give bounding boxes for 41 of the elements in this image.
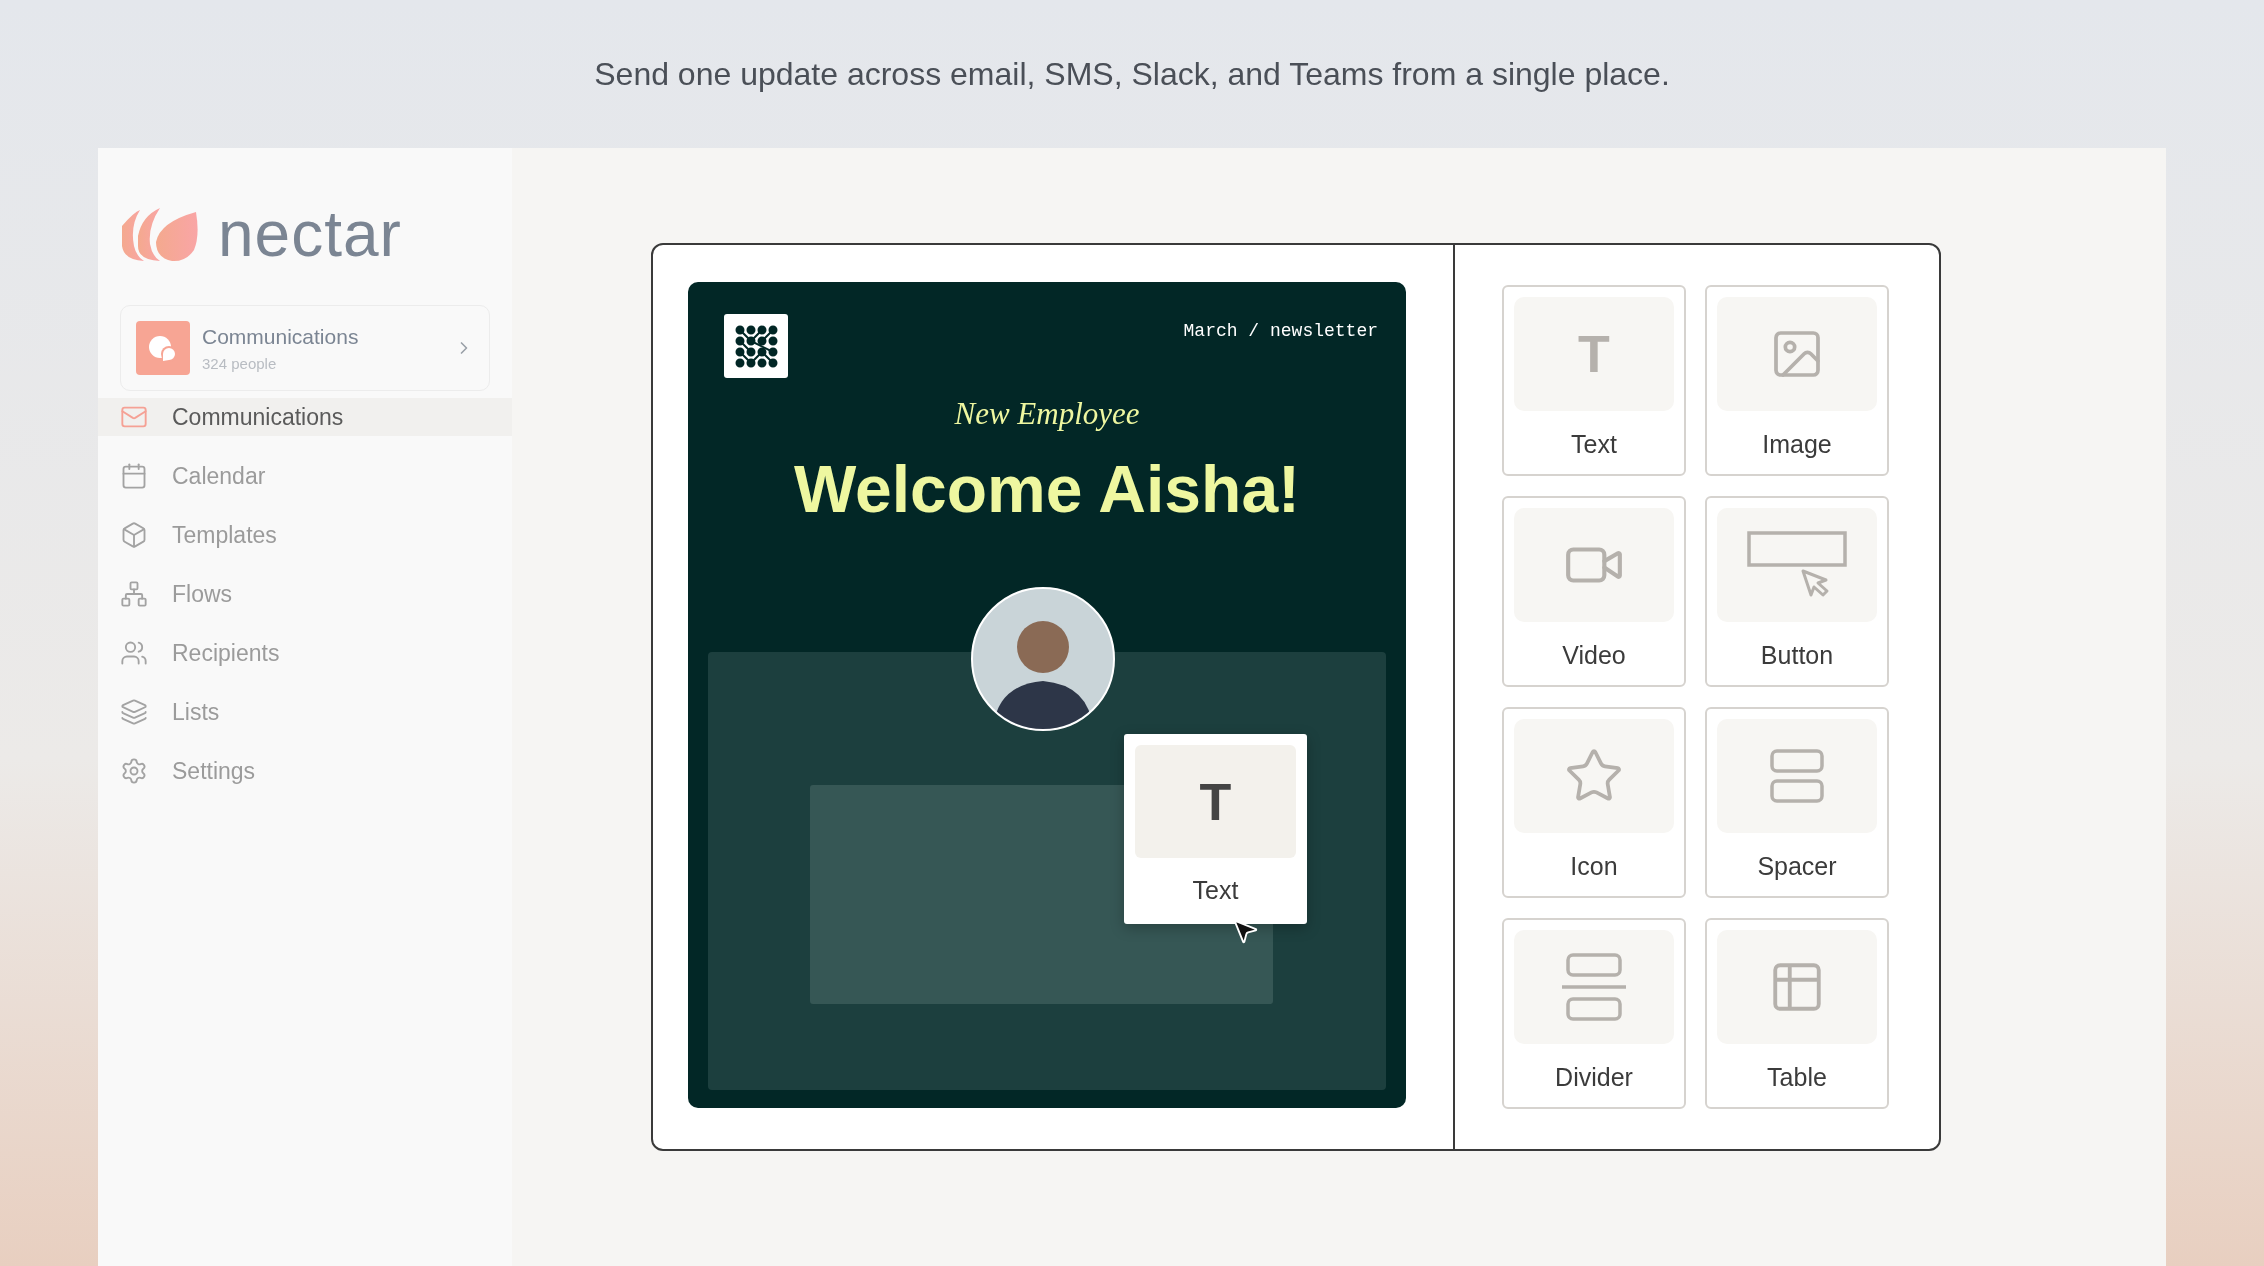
block-tile[interactable]: Video <box>1502 496 1686 687</box>
block-label: Button <box>1760 640 1834 671</box>
hierarchy-icon <box>120 580 148 608</box>
workspace-name: Communications <box>202 324 360 350</box>
workspace-card[interactable]: Communications 324 people <box>120 305 490 391</box>
layers-icon <box>120 698 148 726</box>
button-cursor-icon <box>1747 531 1847 599</box>
nav-item[interactable]: Communications <box>98 398 512 436</box>
newsletter-label: March / newsletter <box>1183 320 1378 343</box>
block-label: Text <box>1571 429 1617 460</box>
letter-t-icon: T <box>1199 775 1232 828</box>
calendar-icon <box>120 462 148 490</box>
block-tile[interactable]: Spacer <box>1705 707 1889 898</box>
eyebrow-text: New Employee <box>953 395 1141 433</box>
workspace-icon <box>136 321 190 375</box>
block-tile[interactable]: Divider <box>1502 918 1686 1109</box>
people-icon <box>120 639 148 667</box>
block-label: Video <box>1562 640 1626 671</box>
headline: Welcome Aisha! <box>792 455 1302 522</box>
block-tile[interactable]: Button <box>1705 496 1889 687</box>
block-tile[interactable]: T Text <box>1502 285 1686 476</box>
cube-icon <box>120 521 148 549</box>
block-tile[interactable]: Icon <box>1502 707 1686 898</box>
block-label: Image <box>1762 429 1832 460</box>
block-tile[interactable]: Table <box>1705 918 1889 1109</box>
dots-logo-icon <box>724 314 788 378</box>
petal-logo-icon <box>120 206 198 262</box>
workspace-count: 324 people <box>202 353 278 374</box>
dragged-text-block[interactable]: T Text <box>1124 734 1307 924</box>
block-tile[interactable]: Image <box>1705 285 1889 476</box>
tagline: Send one update across email, SMS, Slack, and Teams from a single place. <box>594 55 1670 94</box>
settings-icon <box>120 757 148 785</box>
block-label: Spacer <box>1757 851 1837 882</box>
spacer-icon <box>1769 748 1825 804</box>
block-label: Icon <box>1570 851 1618 882</box>
letter-t-icon: T <box>1578 328 1610 380</box>
block-label: Text <box>1192 875 1239 906</box>
block-label: Table <box>1767 1062 1827 1093</box>
block-label: Divider <box>1555 1062 1633 1093</box>
divider-icon <box>1560 952 1628 1022</box>
logo-wordmark: nectar <box>218 202 402 266</box>
